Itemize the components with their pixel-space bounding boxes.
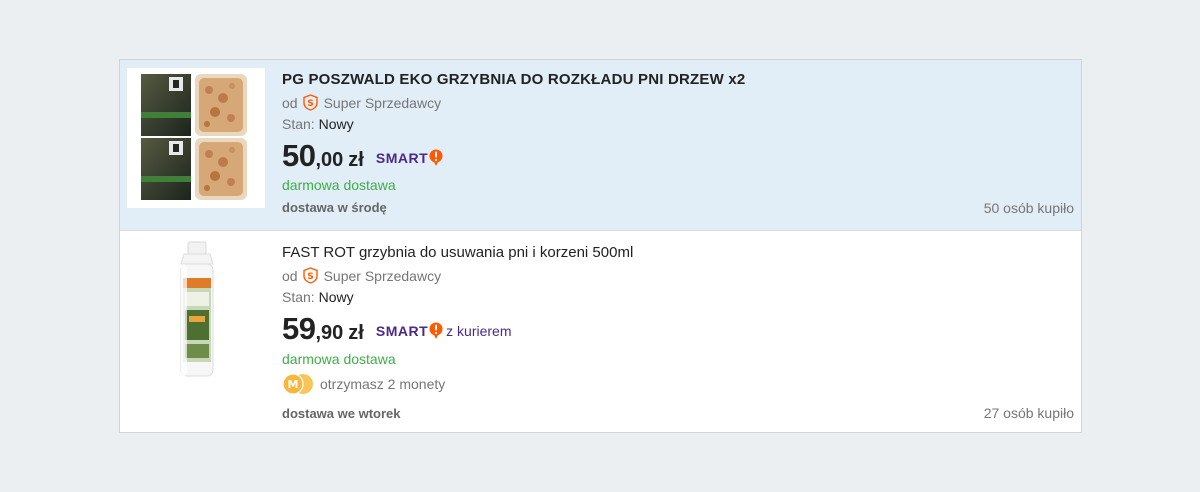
bottle-image [180,241,214,377]
condition-label: Stan: [282,289,315,305]
condition-label: Stan: [282,116,315,132]
condition: Stan: Nowy [282,289,354,305]
smart-label: SMART [375,150,429,166]
condition-value: Nowy [318,289,354,305]
product-title[interactable]: FAST ROT grzybnia do usuwania pni i korz… [282,244,633,261]
condition-value: Nowy [318,116,354,132]
seller-info: od S Super Sprzedawcy [282,267,441,284]
free-shipping: darmowa dostawa [282,351,396,367]
smart-label: SMART [375,323,429,339]
price: 50 ,00 zł SMART [282,138,443,174]
coins-icon: M [282,373,313,395]
price-decimal: ,90 [315,322,344,344]
price-integer: 59 [282,311,316,346]
coins-info: M otrzymasz 2 monety [282,373,445,395]
seller-prefix: od [282,267,298,284]
seller-name[interactable]: Super Sprzedawcy [324,95,442,111]
condition: Stan: Nowy [282,116,354,132]
delivery-date: dostawa we wtorek [282,406,401,421]
smart-exclamation-icon [429,322,443,339]
price: 59 ,90 zł SMART z kurierem [282,311,512,347]
svg-text:S: S [307,272,313,282]
price-integer: 50 [282,138,316,173]
mycelium-packages-image [141,74,247,200]
price-currency: zł [348,149,364,171]
seller-prefix: od [282,94,298,111]
smart-badge: SMART z kurierem [376,322,512,340]
free-shipping: darmowa dostawa [282,177,396,193]
super-seller-badge-icon: S [302,94,319,111]
delivery-date: dostawa w środę [282,200,387,215]
smart-courier-label: z kurierem [446,323,512,339]
smart-badge: SMART [376,149,443,167]
product-title[interactable]: PG POSZWALD EKO GRZYBNIA DO ROZKŁADU PNI… [282,71,745,88]
svg-text:M: M [288,378,299,391]
listing-row[interactable]: PG POSZWALD EKO GRZYBNIA DO ROZKŁADU PNI… [120,60,1081,231]
listing-card: PG POSZWALD EKO GRZYBNIA DO ROZKŁADU PNI… [119,59,1082,433]
product-image[interactable] [127,68,265,208]
svg-text:S: S [307,99,313,109]
super-seller-badge-icon: S [302,267,319,284]
smart-exclamation-icon [429,149,443,166]
seller-info: od S Super Sprzedawcy [282,94,441,111]
bought-count: 50 osób kupiło [983,200,1074,216]
price-decimal: ,00 [315,149,344,171]
product-image[interactable] [127,240,265,382]
seller-name[interactable]: Super Sprzedawcy [324,268,442,284]
listing-row[interactable]: FAST ROT grzybnia do usuwania pni i korz… [120,231,1081,432]
price-currency: zł [348,322,364,344]
bought-count: 27 osób kupiło [983,405,1074,421]
coins-text: otrzymasz 2 monety [320,376,446,392]
